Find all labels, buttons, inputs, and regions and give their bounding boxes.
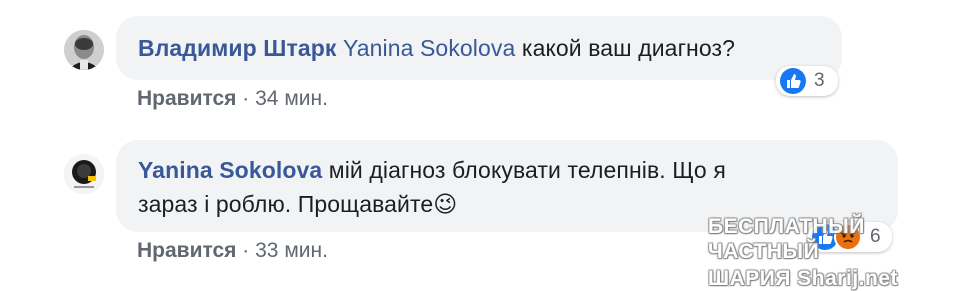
- comment-text: какой ваш диагноз?: [521, 35, 736, 61]
- watermark: БЕСПЛАТНЫЙ ЧАСТНЫЙ ШАРИЯ Sharij.net: [708, 214, 938, 290]
- separator: ·: [242, 239, 250, 262]
- comment-text-line-1: мій діагноз блокувати телепнів. Що я: [328, 157, 726, 183]
- avatar-photo-icon: [64, 154, 104, 194]
- comment-text-line-2: зараз і роблю. Прощавайте: [138, 191, 434, 217]
- comment-timestamp[interactable]: 33 мин.: [255, 239, 328, 262]
- comment-timestamp[interactable]: 34 мин.: [255, 87, 328, 110]
- wink-emoji: 😉: [433, 191, 458, 217]
- avatar-photo-icon: [64, 30, 104, 70]
- reaction-count: 3: [814, 70, 825, 91]
- like-button[interactable]: Нравится: [137, 239, 236, 262]
- avatar[interactable]: [64, 154, 104, 194]
- like-icon: [780, 68, 806, 94]
- watermark-line-2: ШАРИЯ Sharij.net: [708, 267, 898, 290]
- separator: ·: [242, 87, 250, 110]
- reactions-badge[interactable]: 3: [776, 66, 838, 96]
- comment-author[interactable]: Yanina Sokolova: [138, 157, 322, 183]
- comment-bubble: Владимир Штарк Yanina Sokolova какой ваш…: [116, 16, 842, 80]
- comment-mention[interactable]: Yanina Sokolova: [343, 35, 515, 61]
- watermark-line-1: БЕСПЛАТНЫЙ ЧАСТНЫЙ: [708, 215, 865, 263]
- comment-actions: Нравится · 34 мин.: [137, 86, 328, 112]
- avatar[interactable]: [64, 30, 104, 70]
- comment-author[interactable]: Владимир Штарк: [138, 35, 336, 61]
- like-button[interactable]: Нравится: [137, 87, 236, 110]
- comment-actions: Нравится · 33 мин.: [137, 238, 328, 264]
